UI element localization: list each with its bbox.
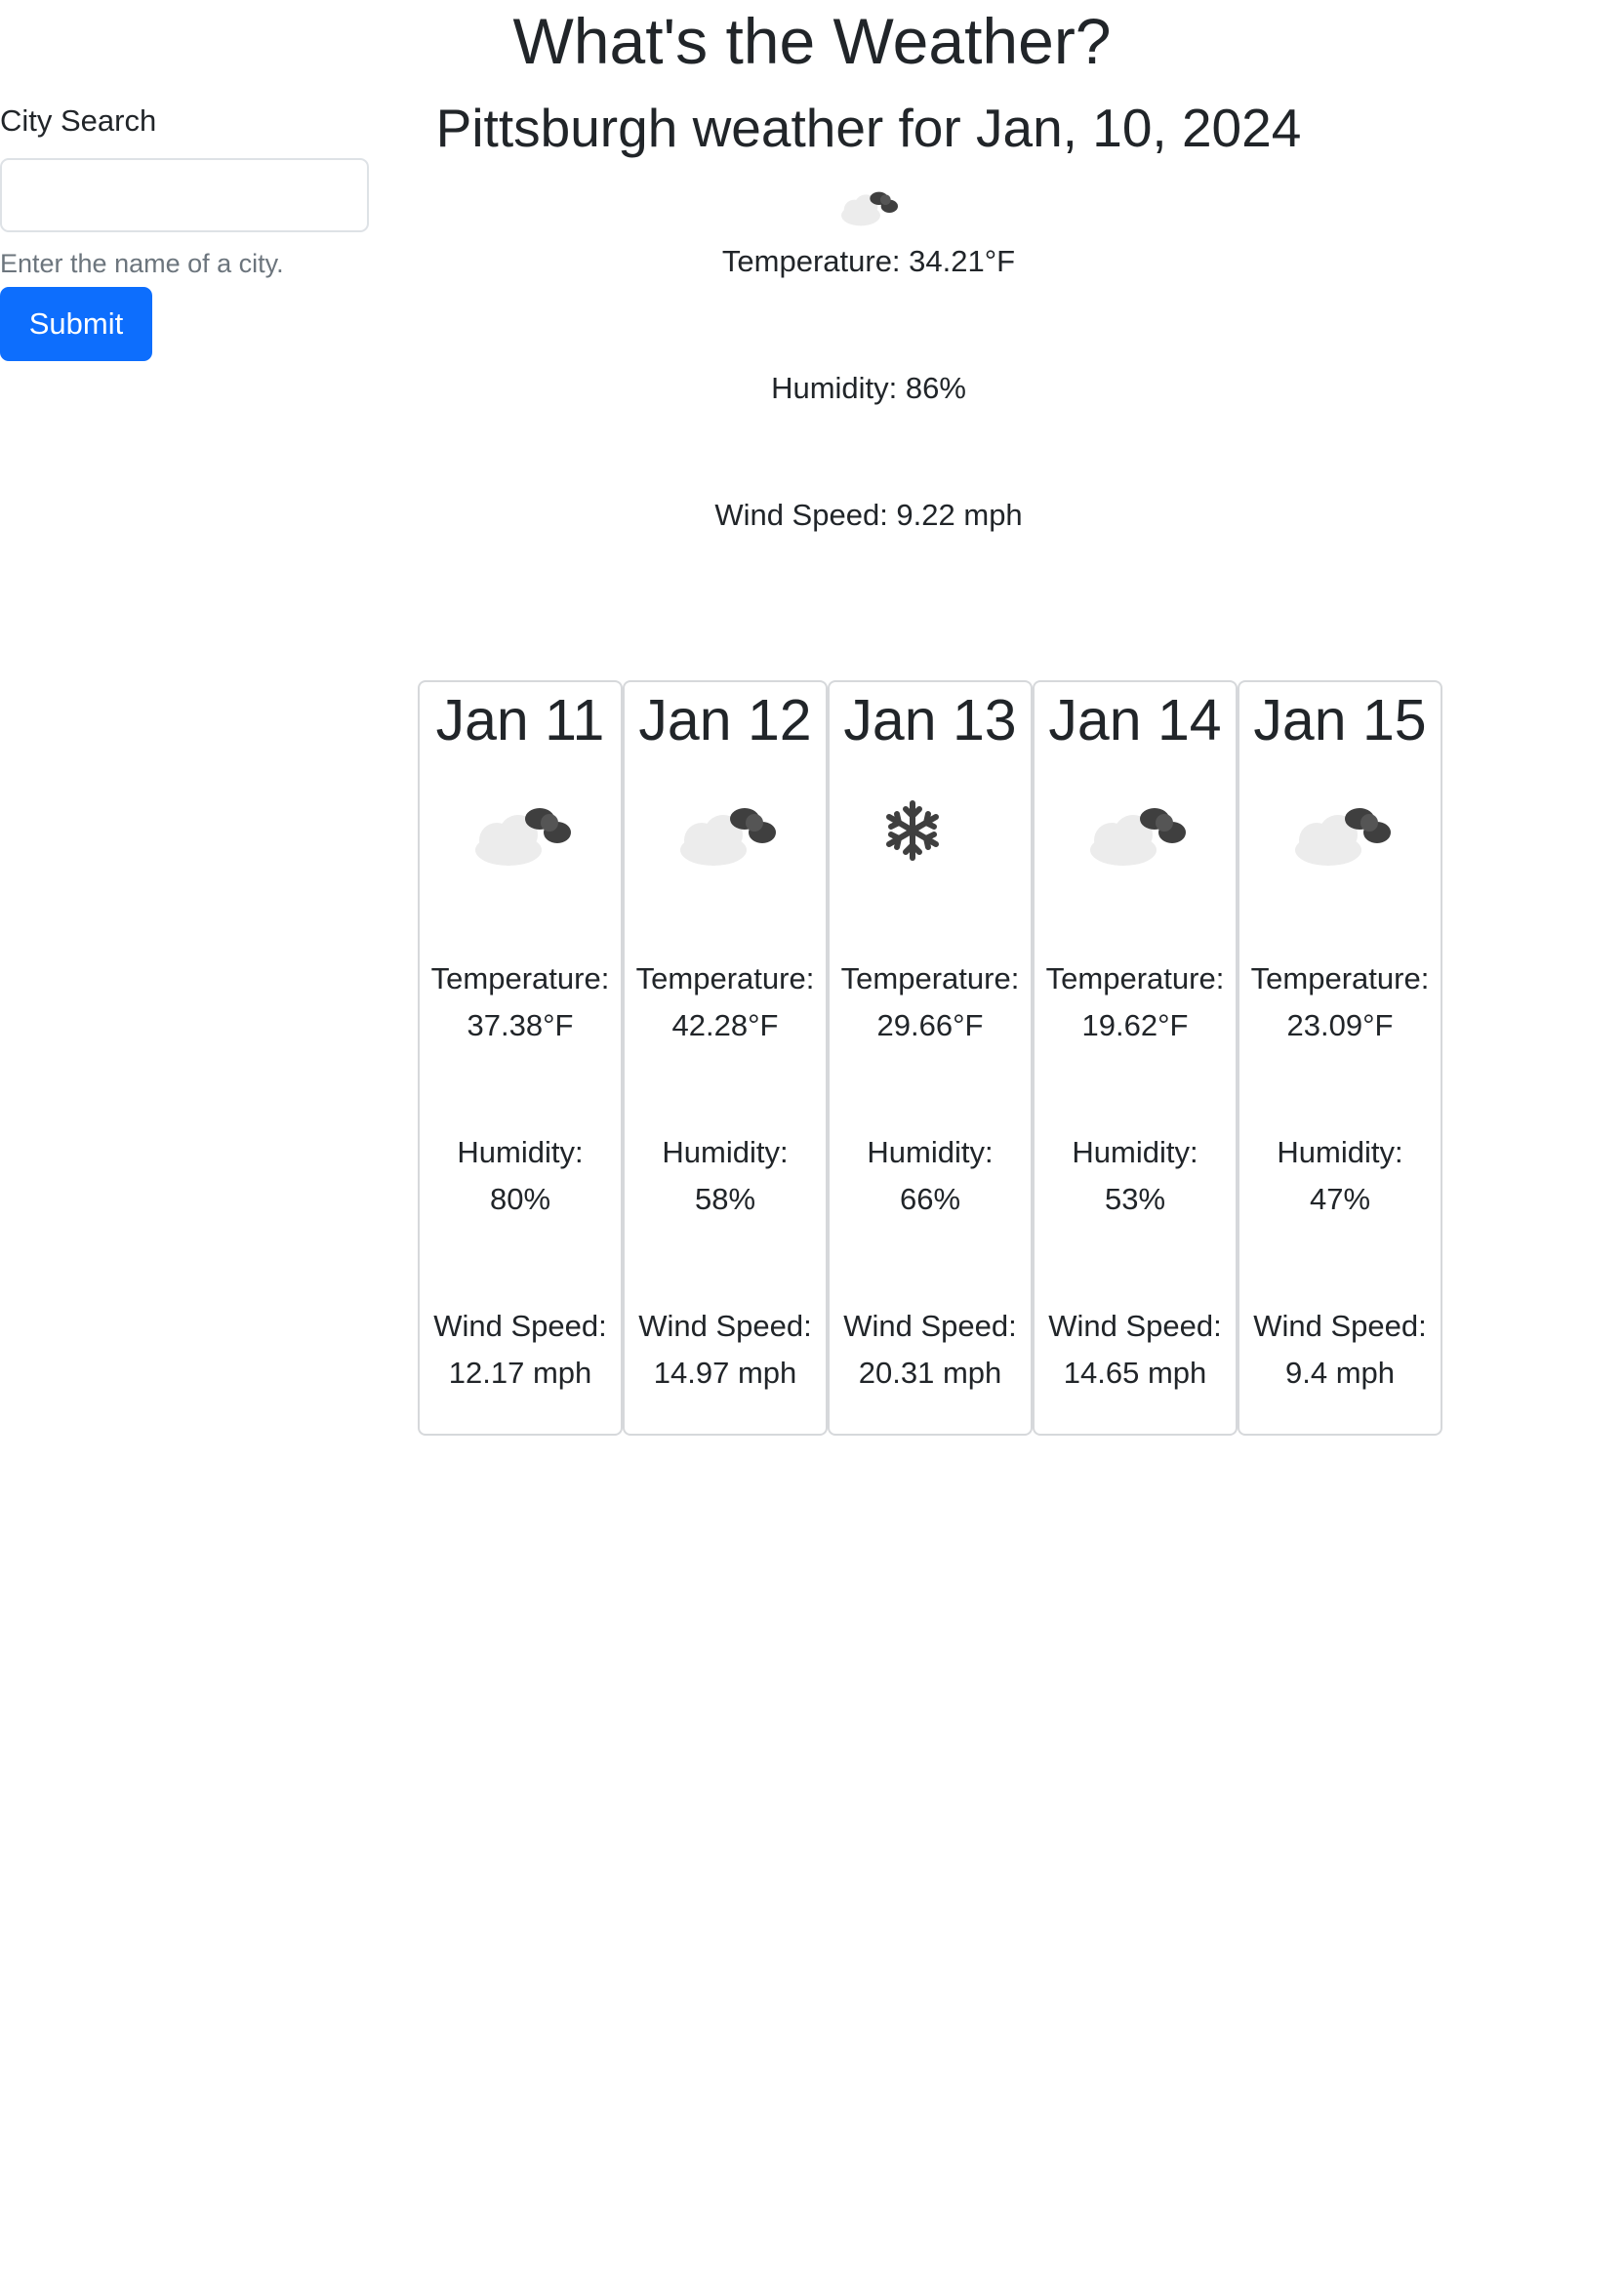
forecast-wind-value: 12.17 mph — [448, 1356, 592, 1390]
city-search-form: City Search Enter the name of a city. Su… — [0, 98, 371, 361]
forecast-humidity-label: Humidity: — [662, 1135, 789, 1169]
city-search-label: City Search — [0, 103, 157, 138]
current-temperature: Temperature: 34.21°F — [721, 244, 1016, 278]
forecast-wind-value: 9.4 mph — [1284, 1356, 1395, 1390]
forecast-date: Jan 15 — [1253, 688, 1427, 752]
forecast-temperature-label: Temperature: — [840, 961, 1020, 995]
forecast-temperature-label: Temperature: — [1045, 961, 1225, 995]
current-humidity: Humidity: 86% — [771, 371, 966, 405]
forecast-temperature-value: 42.28°F — [671, 1008, 779, 1042]
forecast-temperature-label: Temperature: — [430, 961, 610, 995]
submit-button[interactable]: Submit — [0, 287, 152, 361]
forecast-temperature-value: 37.38°F — [467, 1008, 574, 1042]
forecast-date: Jan 11 — [435, 688, 605, 752]
forecast-humidity-label: Humidity: — [1072, 1135, 1198, 1169]
current-weather-title: Pittsburgh weather for Jan, 10, 2024 — [435, 98, 1302, 158]
current-wind-speed: Wind Speed: 9.22 mph — [714, 498, 1023, 532]
forecast-wind-label: Wind Speed: — [433, 1309, 607, 1343]
forecast-date: Jan 14 — [1048, 688, 1222, 752]
cloudy-icon — [841, 191, 898, 226]
forecast-humidity-label: Humidity: — [1277, 1135, 1403, 1169]
forecast-humidity-label: Humidity: — [457, 1135, 584, 1169]
forecast-card: Jan 15 Temperature: 23.09°F Humidity: 47… — [1238, 680, 1442, 1436]
forecast-humidity-value: 80% — [489, 1182, 551, 1216]
forecast-wind-label: Wind Speed: — [638, 1309, 812, 1343]
snow-icon — [886, 800, 939, 861]
city-search-input[interactable] — [0, 158, 369, 232]
forecast-card: Jan 13 Temperature: 29.66°F Humidity: 66… — [828, 680, 1033, 1436]
forecast-card: Jan 11 Temperature: 37.38°F Humidity: 80… — [418, 680, 623, 1436]
forecast-humidity-value: 47% — [1309, 1182, 1371, 1216]
cloudy-icon — [475, 808, 571, 866]
forecast-wind-label: Wind Speed: — [1253, 1309, 1427, 1343]
forecast-wind-value: 14.97 mph — [653, 1356, 797, 1390]
forecast-temperature-value: 19.62°F — [1081, 1008, 1189, 1042]
forecast-card: Jan 14 Temperature: 19.62°F Humidity: 53… — [1033, 680, 1238, 1436]
forecast-wind-value: 20.31 mph — [858, 1356, 1002, 1390]
city-search-help-text: Enter the name of a city. — [0, 249, 284, 278]
page-title: What's the Weather? — [512, 5, 1112, 77]
cloudy-icon — [680, 808, 776, 866]
forecast-temperature-value: 23.09°F — [1286, 1008, 1394, 1042]
forecast-wind-value: 14.65 mph — [1063, 1356, 1207, 1390]
forecast-wind-label: Wind Speed: — [843, 1309, 1017, 1343]
forecast-temperature-label: Temperature: — [635, 961, 815, 995]
forecast-temperature-value: 29.66°F — [876, 1008, 984, 1042]
forecast-date: Jan 12 — [638, 688, 812, 752]
forecast-date: Jan 13 — [843, 688, 1017, 752]
forecast-humidity-value: 53% — [1104, 1182, 1166, 1216]
forecast-humidity-value: 58% — [694, 1182, 756, 1216]
forecast-wind-label: Wind Speed: — [1048, 1309, 1222, 1343]
forecast-humidity-value: 66% — [899, 1182, 961, 1216]
five-day-forecast: Jan 11 Temperature: 37.38°F Humidity: 80… — [418, 680, 1442, 1436]
forecast-card: Jan 12 Temperature: 42.28°F Humidity: 58… — [623, 680, 828, 1436]
cloudy-icon — [1295, 808, 1391, 866]
forecast-temperature-label: Temperature: — [1250, 961, 1430, 995]
current-weather: Pittsburgh weather for Jan, 10, 2024 Tem… — [429, 94, 1308, 535]
cloudy-icon — [1090, 808, 1186, 866]
forecast-humidity-label: Humidity: — [867, 1135, 994, 1169]
